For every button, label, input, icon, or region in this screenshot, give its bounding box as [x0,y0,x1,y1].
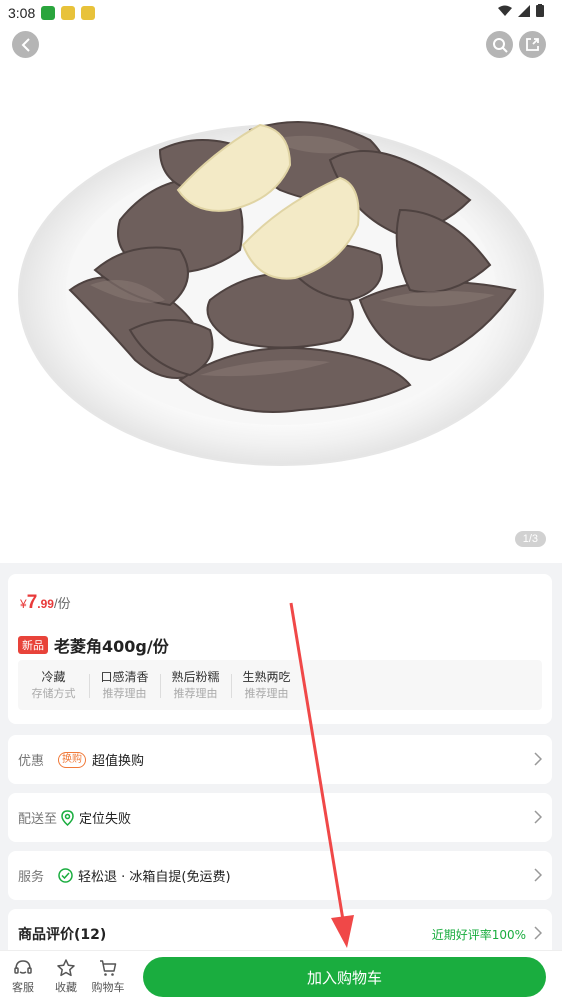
attributes-panel: 冷藏 存储方式 口感清香 推荐理由 熟后粉糯 推荐理由 生熟两吃 推荐理由 [18,660,542,710]
cart-tab[interactable]: 购物车 [90,958,126,995]
status-time: 3:08 [8,5,36,21]
add-to-cart-button[interactable]: 加入购物车 [143,957,546,997]
delivery-text: 定位失败 [79,812,132,827]
attribute-item: 冷藏 存储方式 [31,670,76,700]
product-info-card: ¥7.99/份 新品 老菱角400g/份 冷藏 存储方式 口感清香 推荐理由 熟… [8,574,552,724]
battery-icon [536,4,544,17]
location-pin-icon [61,809,74,826]
chevron-right-icon [534,926,542,940]
promo-row[interactable]: 优惠 换购 超值换购 [8,735,552,784]
chevron-right-icon [534,810,542,824]
search-button[interactable] [486,31,513,58]
chevron-left-icon [21,37,30,52]
service-label: 服务 [18,870,45,885]
share-button[interactable] [519,31,546,58]
service-row[interactable]: 服务 轻松退 · 冰箱自提(免运费) [8,851,552,900]
attribute-item: 口感清香 推荐理由 [89,668,160,702]
search-icon [492,37,508,53]
customer-service-tab[interactable]: 客服 [5,958,41,995]
reviews-title: 商品评价(12) [18,927,107,943]
share-icon [526,38,539,51]
product-image-carousel[interactable]: 1/3 [0,0,562,563]
service-text: 轻松退 · 冰箱自提(免运费) [78,870,231,885]
reviews-rate: 近期好评率100% [431,928,526,942]
product-photo [18,121,544,466]
customer-service-icon [14,960,32,974]
aisen-app-icon [41,6,56,20]
game-app-icon [81,6,96,20]
back-button[interactable] [12,31,39,58]
status-bar: 3:08 [0,0,562,26]
product-title: 老菱角400g/份 [54,637,169,656]
cart-icon [100,960,117,976]
chevron-right-icon [534,868,542,882]
price: ¥7.99/份 [20,592,71,613]
new-badge: 新品 [18,636,48,654]
game-app-icon [61,6,76,20]
image-counter: 1/3 [514,531,546,547]
chevron-right-icon [534,752,542,766]
check-circle-icon [58,868,73,883]
signal-icon [518,4,530,17]
wifi-icon [498,5,512,16]
delivery-label: 配送至 [18,812,58,827]
attribute-item: 熟后粉糯 推荐理由 [160,668,231,702]
promo-text: 超值换购 [92,754,145,769]
star-icon [57,959,75,977]
delivery-row[interactable]: 配送至 定位失败 [8,793,552,842]
promo-label: 优惠 [18,754,45,769]
favorite-tab[interactable]: 收藏 [48,958,84,995]
bottom-action-bar: 客服 收藏 购物车 加入购物车 [0,950,562,1000]
attribute-item: 生熟两吃 推荐理由 [231,668,302,702]
swap-badge: 换购 [58,751,87,768]
product-title-row: 新品 老菱角400g/份 [18,633,169,657]
